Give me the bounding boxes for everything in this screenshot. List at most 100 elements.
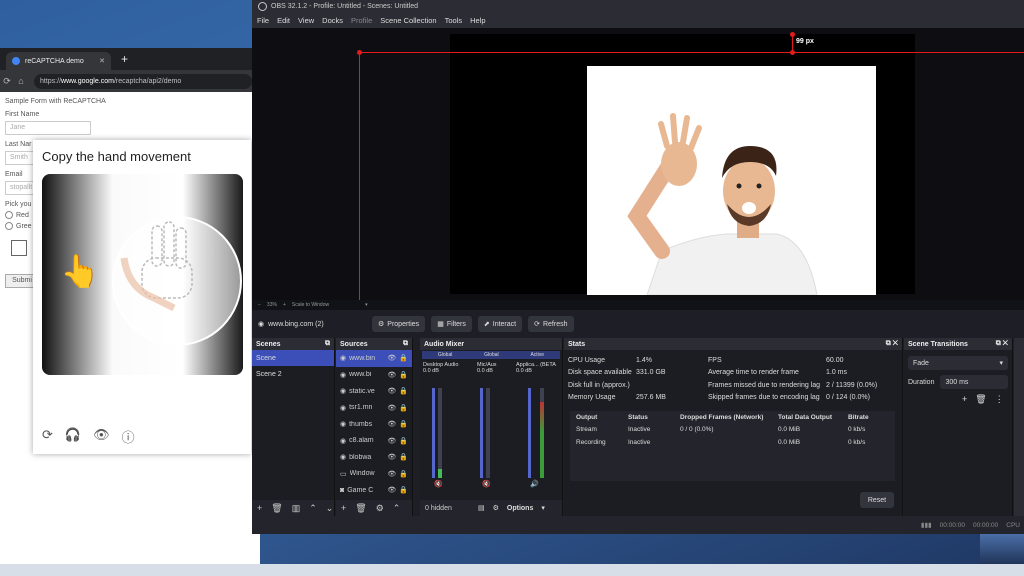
- menu-docks[interactable]: Docks: [322, 16, 343, 25]
- undock-icon[interactable]: ⧉: [325, 340, 330, 348]
- scene-item[interactable]: Scene: [252, 350, 334, 366]
- source-item[interactable]: ◉ static.ve 👁 🔒: [336, 383, 412, 400]
- source-item-label: Window: [349, 470, 375, 478]
- mute-icon[interactable]: 🔇: [482, 480, 491, 488]
- source-item-label: static.ve: [349, 387, 375, 395]
- browser-tab[interactable]: reCAPTCHA demo ✕: [6, 52, 111, 70]
- url-field[interactable]: https://www.google.com/recaptcha/api2/de…: [34, 73, 252, 89]
- eye-icon[interactable]: 👁: [387, 371, 396, 379]
- volume-fader[interactable]: [480, 388, 483, 478]
- chevron-down-icon[interactable]: ⌄: [326, 503, 334, 514]
- chevron-up-icon[interactable]: ⌃: [309, 503, 317, 514]
- eye-icon[interactable]: 👁: [387, 453, 396, 461]
- mute-icon[interactable]: 🔇: [434, 480, 443, 488]
- lock-icon[interactable]: 🔒: [399, 453, 408, 461]
- headphones-icon[interactable]: 🎧: [65, 427, 81, 446]
- resize-handle[interactable]: [790, 50, 795, 55]
- lock-icon[interactable]: 🔒: [399, 420, 408, 428]
- mixer-options-button[interactable]: Options: [507, 505, 533, 512]
- interact-button[interactable]: ⬈ Interact: [477, 316, 523, 332]
- transition-select[interactable]: Fade ▾: [908, 356, 1008, 370]
- filter-icon[interactable]: ▥: [292, 503, 301, 514]
- lock-icon[interactable]: 🔒: [399, 470, 408, 478]
- eye-icon[interactable]: 👁: [387, 387, 396, 395]
- captcha-checkbox[interactable]: [11, 240, 27, 256]
- add-icon[interactable]: +: [341, 503, 346, 513]
- preview-area[interactable]: 99 px: [252, 28, 1024, 300]
- eye-icon[interactable]: 👁: [387, 420, 396, 428]
- gear-icon[interactable]: ⚙: [376, 503, 384, 514]
- close-icon[interactable]: ⧉ ✕: [886, 340, 898, 348]
- eye-icon[interactable]: 👁: [387, 470, 396, 478]
- refresh-label: Refresh: [542, 320, 568, 328]
- volume-fader[interactable]: [432, 388, 435, 478]
- info-icon[interactable]: ⓘ: [122, 427, 135, 446]
- resize-handle[interactable]: [357, 50, 362, 55]
- source-item[interactable]: ◙ Game C 👁 🔒: [336, 482, 412, 499]
- chevron-down-icon[interactable]: ▾: [365, 302, 368, 308]
- trash-icon[interactable]: 🗑: [975, 394, 986, 405]
- speaker-icon[interactable]: 🔊: [530, 480, 539, 488]
- volume-fader[interactable]: [528, 388, 531, 478]
- menu-tools[interactable]: Tools: [445, 16, 463, 25]
- lock-icon[interactable]: 🔒: [399, 437, 408, 445]
- reload-icon[interactable]: ⟳: [0, 76, 14, 87]
- menu-view[interactable]: View: [298, 16, 314, 25]
- zoom-mode[interactable]: Scale to Window: [292, 302, 329, 308]
- gear-icon[interactable]: ⚙: [493, 504, 499, 512]
- source-item[interactable]: ▭ Window 👁 🔒: [336, 466, 412, 483]
- duration-label: Duration: [908, 378, 935, 386]
- zoom-in-button[interactable]: +: [283, 302, 286, 308]
- eye-icon[interactable]: 👁: [387, 437, 396, 445]
- trash-icon[interactable]: 🗑: [271, 503, 282, 514]
- menu-scene-collection[interactable]: Scene Collection: [380, 16, 436, 25]
- menu-help[interactable]: Help: [470, 16, 485, 25]
- more-icon[interactable]: ⋮: [995, 394, 1004, 405]
- menu-profile[interactable]: Profile: [351, 16, 372, 25]
- source-item[interactable]: ◉ tsr1.mn 👁 🔒: [336, 400, 412, 417]
- new-tab-icon[interactable]: +: [121, 52, 128, 66]
- lock-icon[interactable]: 🔒: [399, 387, 408, 395]
- menu-file[interactable]: File: [257, 16, 269, 25]
- add-icon[interactable]: +: [257, 503, 262, 513]
- eye-icon[interactable]: 👁: [93, 427, 110, 446]
- properties-button[interactable]: ⚙ Properties: [372, 316, 426, 332]
- sources-title: Sources: [340, 340, 368, 348]
- close-icon[interactable]: ⧉ ✕: [996, 340, 1008, 348]
- home-icon[interactable]: ⌂: [14, 76, 28, 86]
- menu-edit[interactable]: Edit: [277, 16, 290, 25]
- zoom-out-button[interactable]: −: [258, 302, 261, 308]
- eye-icon[interactable]: 👁: [387, 486, 396, 494]
- mixer-layout-icon[interactable]: ▤: [478, 504, 485, 512]
- source-item[interactable]: ◉ thumbs 👁 🔒: [336, 416, 412, 433]
- lock-icon[interactable]: 🔒: [399, 486, 408, 494]
- undock-icon[interactable]: ⧉: [403, 340, 408, 348]
- duration-input[interactable]: 300 ms: [940, 375, 1008, 389]
- chevron-down-icon[interactable]: ▾: [541, 504, 545, 512]
- lock-icon[interactable]: 🔒: [399, 354, 408, 362]
- source-item[interactable]: ◉ www.bin 👁 🔒: [336, 350, 412, 367]
- filters-button[interactable]: ▦ Filters: [431, 316, 472, 332]
- source-item[interactable]: ◉ blobwa 👁 🔒: [336, 449, 412, 466]
- scene-item[interactable]: Scene 2: [252, 366, 334, 382]
- lock-icon[interactable]: 🔒: [399, 404, 408, 412]
- trash-icon[interactable]: 🗑: [355, 503, 366, 514]
- table-cell: 0.0 MiB: [778, 426, 801, 434]
- add-icon[interactable]: +: [962, 394, 967, 405]
- docks-area: Scenes ⧉ Scene Scene 2 + 🗑 ▥ ⌃ ⌄ Sources ⧉…: [252, 338, 1024, 516]
- lock-icon[interactable]: 🔒: [399, 371, 408, 379]
- url-domain: www.google.com: [61, 77, 114, 85]
- source-item[interactable]: ◉ c8.alam 👁 🔒: [336, 433, 412, 450]
- eye-icon[interactable]: 👁: [387, 404, 396, 412]
- refresh-button[interactable]: ⟳ Refresh: [528, 316, 574, 332]
- refresh-icon[interactable]: ⟳: [42, 427, 53, 446]
- first-name-label: First Name: [5, 111, 40, 118]
- chevron-up-icon[interactable]: ⌃: [393, 503, 401, 514]
- first-name-field[interactable]: Jane: [5, 121, 91, 135]
- reset-button[interactable]: Reset: [860, 492, 894, 508]
- close-tab-icon[interactable]: ✕: [99, 57, 105, 65]
- browser-source-image[interactable]: [587, 66, 876, 295]
- source-item[interactable]: ◉ www.bi 👁 🔒: [336, 367, 412, 384]
- eye-icon[interactable]: 👁: [387, 354, 396, 362]
- resize-handle[interactable]: [790, 32, 795, 37]
